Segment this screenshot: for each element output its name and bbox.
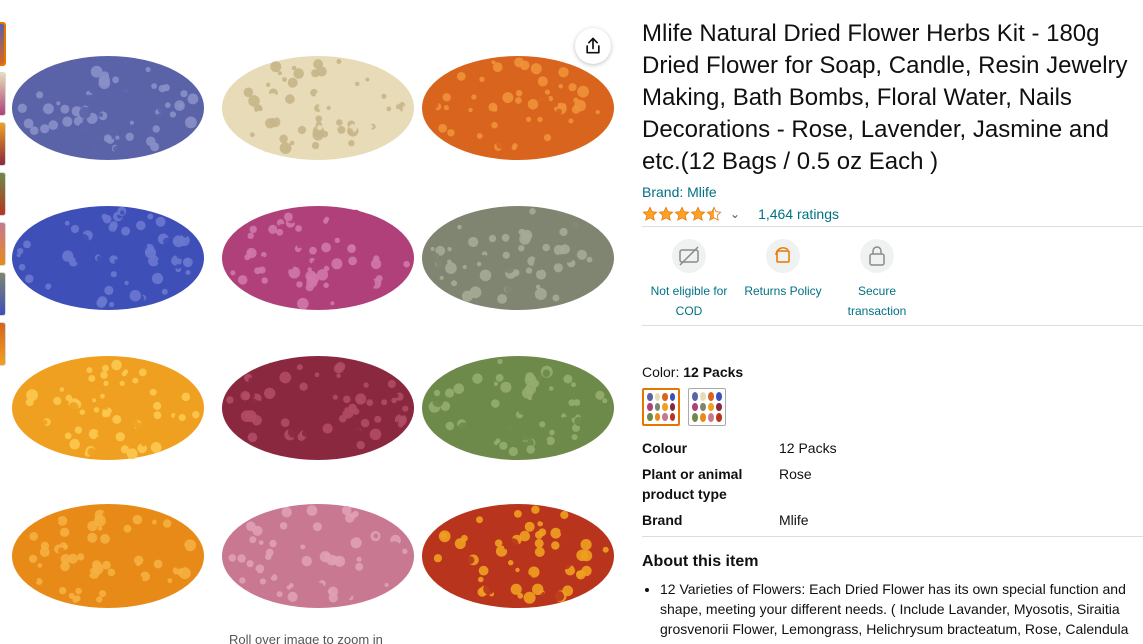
rose-buds-pile <box>218 478 418 618</box>
swatch-dot <box>708 402 714 412</box>
swatch-dot <box>669 393 675 401</box>
spec-row: Colour 12 Packs <box>642 438 1143 458</box>
swatch-dot <box>716 413 722 422</box>
about-heading: About this item <box>642 553 759 570</box>
star-rating[interactable] <box>642 206 722 222</box>
swatch-dot <box>700 402 706 412</box>
spec-value: 12 Packs <box>779 440 837 456</box>
lavender-pile <box>8 30 208 170</box>
rating-row: ⌄ 1,464 ratings <box>642 204 1143 224</box>
swatch-dot <box>669 403 675 411</box>
swatch-dot <box>708 392 714 401</box>
spec-row: Plant or animal product type Rose <box>642 464 1143 504</box>
divider <box>642 536 1143 537</box>
thumbnail-strip <box>0 22 6 372</box>
swatch-dot <box>647 403 653 411</box>
color-selected-value: 12 Packs <box>683 364 744 380</box>
divider <box>642 325 1143 326</box>
swatch-dot <box>647 413 653 421</box>
swatch-dot <box>654 393 660 401</box>
swatch-dot <box>654 413 660 421</box>
color-label: Color: <box>642 364 680 380</box>
spec-key: Brand <box>642 512 683 528</box>
rose-petals-pile <box>218 330 418 470</box>
myosotis-pile <box>8 180 208 320</box>
feature-secure[interactable]: Secure transaction <box>830 239 924 325</box>
star-icon <box>674 206 690 221</box>
calendula-pile <box>8 330 208 470</box>
share-button[interactable] <box>575 28 611 64</box>
swatch-dot <box>669 413 675 421</box>
swatch-dot <box>716 402 722 412</box>
spec-table: Colour 12 Packs Plant or animal product … <box>642 438 1143 530</box>
swatch-dot <box>654 403 660 411</box>
no-cod-icon <box>672 239 706 273</box>
feature-returns[interactable]: Returns Policy <box>736 239 830 325</box>
share-icon <box>586 37 600 54</box>
about-list: 12 Varieties of Flowers: Each Dried Flow… <box>642 579 1143 644</box>
thumbnail[interactable] <box>0 272 6 316</box>
main-product-image[interactable] <box>8 22 622 620</box>
brand-link[interactable]: Brand: Mlife <box>642 184 717 200</box>
swatch-dot <box>692 413 698 422</box>
swatch-dot <box>662 413 668 421</box>
returns-icon <box>766 239 800 273</box>
swatch-dot <box>708 413 714 422</box>
thumbnail[interactable] <box>0 172 6 216</box>
swatch-dot <box>692 392 698 401</box>
globe-amaranth-pile <box>218 180 418 320</box>
chrysanthemum-pile <box>8 478 208 618</box>
about-bullet: 12 Varieties of Flowers: Each Dried Flow… <box>660 579 1143 644</box>
helichrysum-pile <box>418 478 618 618</box>
star-icon <box>658 206 674 221</box>
feature-label: Returns Policy <box>744 284 822 298</box>
product-title: Mlife Natural Dried Flower Herbs Kit - 1… <box>642 20 1128 175</box>
spec-key: Plant or animal product type <box>642 466 743 502</box>
star-icon <box>706 206 722 221</box>
star-icon <box>642 206 658 221</box>
ratings-count-link[interactable]: 1,464 ratings <box>758 206 839 222</box>
thumbnail[interactable] <box>0 322 6 366</box>
spec-value: Rose <box>779 466 812 482</box>
swatch-dot <box>700 413 706 422</box>
color-selector-label: Color: 12 Packs <box>642 364 1143 380</box>
mint-pile <box>418 330 618 470</box>
swatch-option-2[interactable] <box>688 388 726 426</box>
jasmine-pile <box>218 30 418 170</box>
feature-label: Secure transaction <box>847 284 907 318</box>
thumbnail[interactable] <box>0 122 6 166</box>
swatch-dot <box>700 392 706 401</box>
color-swatches <box>642 388 1143 426</box>
lock-icon <box>860 239 894 273</box>
swatch-dot <box>692 402 698 412</box>
star-icon <box>690 206 706 221</box>
swatch-dot <box>662 393 668 401</box>
spec-row: Brand Mlife <box>642 510 1143 530</box>
feature-cod[interactable]: Not eligible for COD <box>642 239 736 325</box>
spec-value: Mlife <box>779 512 809 528</box>
swatch-12-packs[interactable] <box>642 388 680 426</box>
thumbnail[interactable] <box>0 22 6 66</box>
feature-label: Not eligible for COD <box>650 284 728 318</box>
feature-icons: Not eligible for COD Returns Policy Secu… <box>642 227 1143 325</box>
thumbnail[interactable] <box>0 222 6 266</box>
swatch-dot <box>662 403 668 411</box>
chevron-down-icon[interactable]: ⌄ <box>730 207 740 221</box>
swatch-dot <box>647 393 653 401</box>
thumbnail[interactable] <box>0 72 6 116</box>
spec-key: Colour <box>642 440 688 456</box>
lemongrass-pile <box>418 180 618 320</box>
product-details: Mlife Natural Dried Flower Herbs Kit - 1… <box>642 18 1143 644</box>
zoom-hint: Roll over image to zoom in <box>229 632 383 644</box>
swatch-dot <box>716 392 722 401</box>
